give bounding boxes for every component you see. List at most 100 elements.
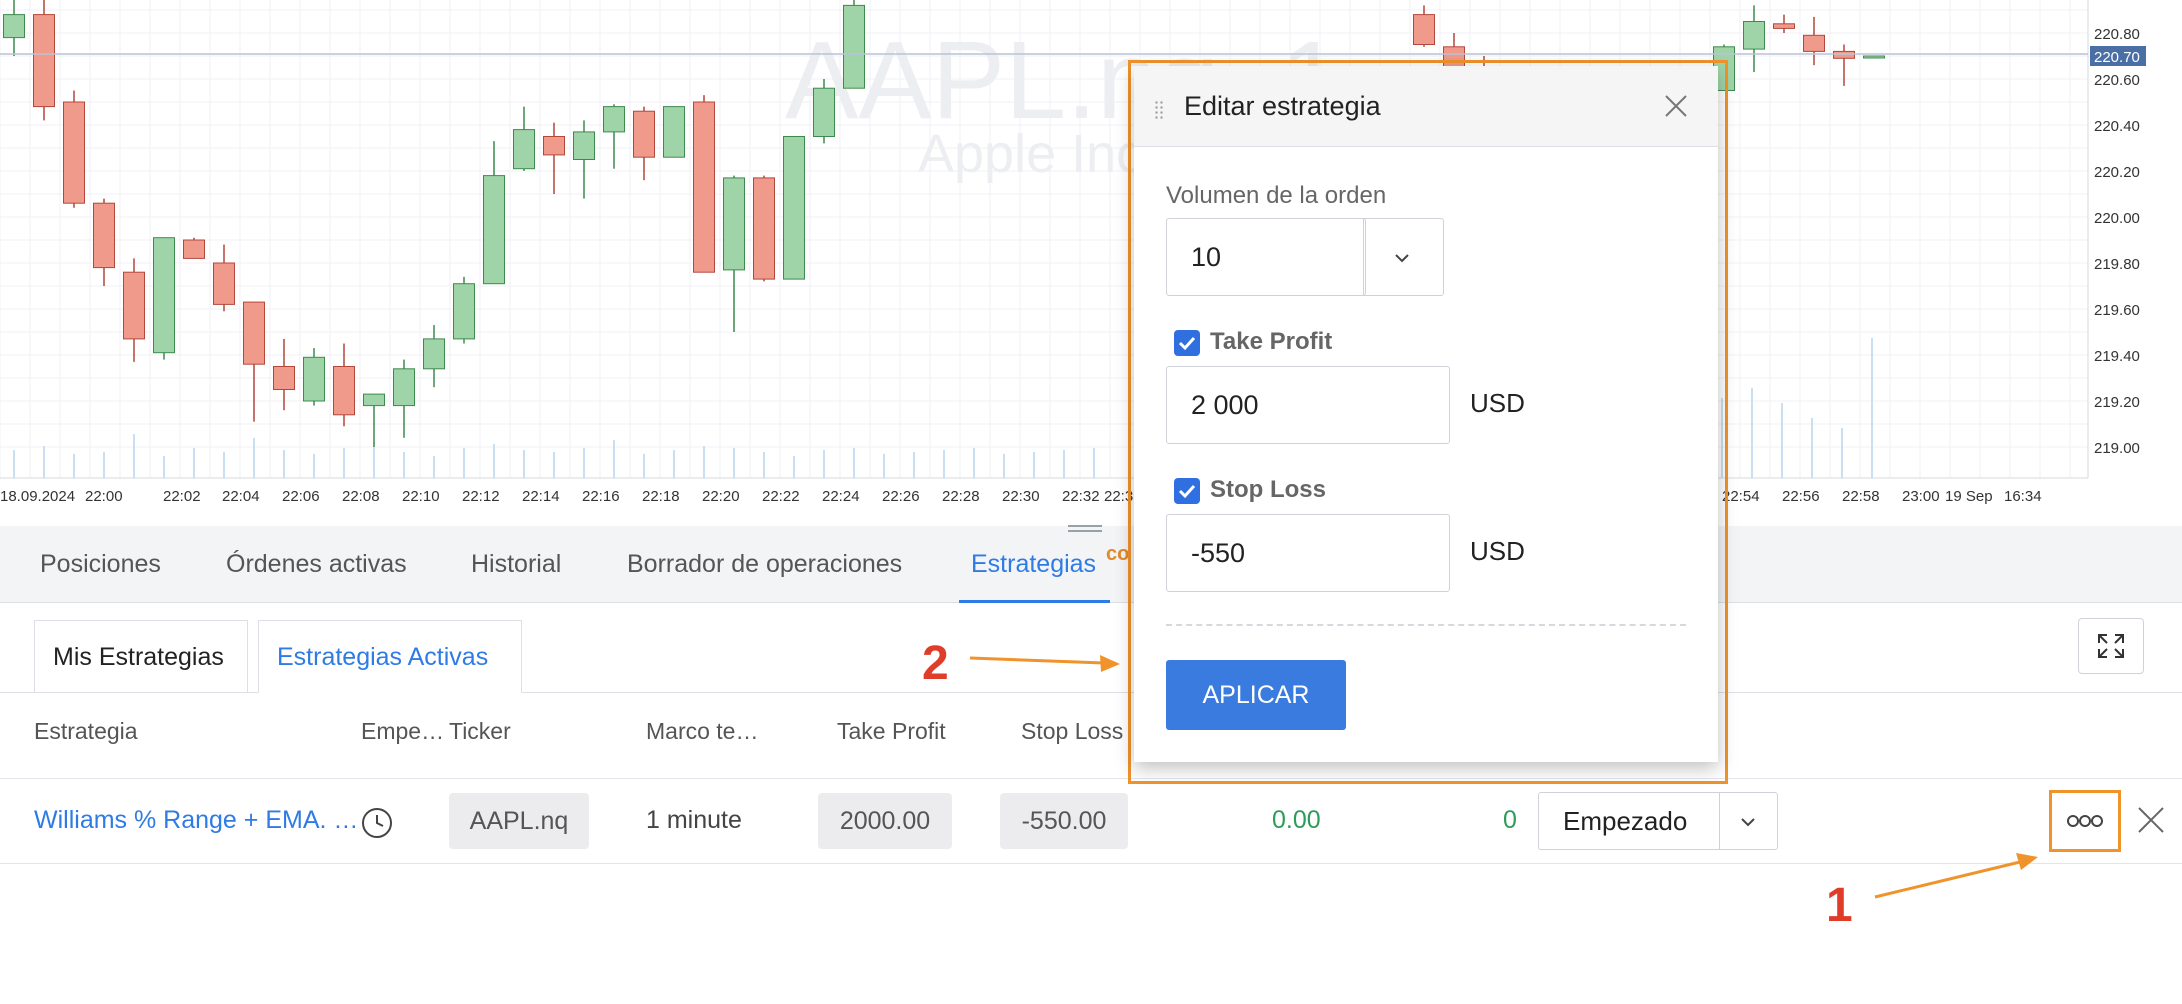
dialog-title: Editar estrategia: [1184, 91, 1381, 121]
time-axis-label: 22:24: [822, 488, 860, 505]
candle-body: [333, 366, 355, 416]
stop-loss-currency: USD: [1470, 536, 1525, 566]
candle-body: [513, 129, 535, 170]
candle-body: [1743, 21, 1765, 50]
column-header-take-profit[interactable]: Take Profit: [837, 718, 946, 745]
subtab-mis-estrategias[interactable]: Mis Estrategias: [34, 620, 248, 692]
volume-value: 10: [1191, 242, 1222, 272]
volume-label: Volumen de la orden: [1166, 182, 1387, 209]
candle-body: [123, 271, 145, 340]
candle-body: [243, 301, 265, 365]
time-axis-label: 22:22: [762, 488, 800, 505]
volume-select[interactable]: 10: [1166, 218, 1366, 296]
stop-loss-checkbox[interactable]: [1174, 478, 1200, 504]
subtab-estrategias-activas[interactable]: Estrategias Activas: [258, 620, 522, 693]
candle-body: [363, 393, 385, 407]
volume-dropdown-toggle[interactable]: [1362, 218, 1444, 296]
time-axis-label: 22:18: [642, 488, 680, 505]
column-header-ticker[interactable]: Ticker: [449, 718, 511, 745]
candle-body: [1413, 14, 1435, 45]
time-axis-label: 22:04: [222, 488, 260, 505]
tab-estrategias[interactable]: Estrategias: [958, 526, 1111, 603]
checkmark-icon: [1178, 484, 1196, 499]
status-dropdown[interactable]: Empezado: [1538, 792, 1778, 850]
candle-body: [843, 4, 865, 89]
chart-canvas[interactable]: AAPL.nq, 1 Apple Inc. 220.80220.70220.60…: [0, 0, 2182, 512]
more-dots-icon: [2067, 815, 2103, 827]
drag-handle-icon[interactable]: [1154, 100, 1164, 120]
strategy-name-link[interactable]: Williams % Range + EMA. …: [34, 806, 358, 835]
close-icon[interactable]: [2136, 805, 2166, 835]
candle-body: [813, 87, 835, 137]
price-axis-label: 219.60: [2094, 302, 2140, 319]
close-icon[interactable]: [1664, 94, 1688, 118]
candle-body: [603, 106, 625, 133]
annotation-number-1: 1: [1826, 879, 1853, 932]
tab-historial[interactable]: Historial: [471, 526, 561, 602]
column-header-timeframe[interactable]: Marco te…: [646, 718, 758, 745]
candle-body: [153, 237, 175, 354]
candle-body: [693, 101, 715, 273]
price-chart[interactable]: AAPL.nq, 1 Apple Inc. 220.80 220.70 220.60…: [0, 0, 2182, 512]
annotation-number-2: 2: [922, 637, 949, 690]
more-options-button[interactable]: [2049, 790, 2121, 852]
price-axis-label: 220.40: [2094, 118, 2140, 135]
stop-loss-label[interactable]: Stop Loss: [1210, 476, 1326, 504]
edit-strategy-dialog: Editar estrategia Volumen de la orden 10…: [1134, 66, 1718, 762]
tab-hidden-fragment[interactable]: co: [1106, 516, 1129, 592]
apply-button[interactable]: APLICAR: [1166, 660, 1346, 730]
stop-loss-input-value: -550: [1191, 538, 1246, 568]
candle-body: [1833, 50, 1855, 59]
tab-posiciones[interactable]: Posiciones: [40, 526, 161, 602]
take-profit-input[interactable]: 2 000: [1166, 366, 1450, 444]
stop-loss-badge: -550.00: [1000, 793, 1128, 849]
pnl-value: 0.00: [1272, 806, 1321, 834]
tab-borrador[interactable]: Borrador de operaciones: [627, 526, 902, 602]
time-axis-label: 22:56: [1782, 488, 1820, 505]
fullscreen-button[interactable]: [2078, 618, 2144, 674]
timeframe-value: 1 minute: [646, 806, 742, 834]
expand-icon: [2098, 634, 2124, 658]
candle-body: [423, 338, 445, 370]
trades-count: 0: [1503, 806, 1517, 834]
candle-body: [213, 262, 235, 305]
dialog-header[interactable]: Editar estrategia: [1134, 66, 1718, 147]
time-axis-label: 22:08: [342, 488, 380, 505]
candle-body: [573, 131, 595, 160]
time-axis-label: 22:28: [942, 488, 980, 505]
time-axis-label: 16:34: [2004, 488, 2042, 505]
column-header-strategy[interactable]: Estrategia: [34, 718, 138, 745]
candle-body: [663, 106, 685, 158]
candle-body: [543, 136, 565, 156]
take-profit-checkbox[interactable]: [1174, 330, 1200, 356]
candle-body: [633, 110, 655, 158]
candle-body: [33, 14, 55, 108]
price-axis-label: 220.60: [2094, 72, 2140, 89]
column-header-started[interactable]: Empe…: [361, 718, 444, 745]
stop-loss-input[interactable]: -550: [1166, 514, 1450, 592]
time-axis-label: 22:10: [402, 488, 440, 505]
price-axis-label: 219.80: [2094, 256, 2140, 273]
candle-body: [753, 177, 775, 280]
panel-tabbar: Posiciones Órdenes activas Historial Bor…: [0, 526, 2182, 603]
current-price-label: 220.70: [2094, 49, 2140, 66]
price-axis-label: 220.80: [2094, 26, 2140, 43]
time-axis-label: 18.09.2024: [0, 488, 75, 505]
tab-ordenes-activas[interactable]: Órdenes activas: [226, 526, 407, 602]
price-axis-label: 219.00: [2094, 440, 2140, 457]
time-axis-label: 22:26: [882, 488, 920, 505]
time-axis-label: 22:02: [163, 488, 201, 505]
candle-body: [783, 136, 805, 280]
column-header-stop-loss[interactable]: Stop Loss: [1021, 718, 1123, 745]
row-divider-top: [0, 778, 2182, 779]
candle-body: [3, 14, 25, 39]
time-axis-label: 22:00: [85, 488, 123, 505]
price-axis-label: 219.20: [2094, 394, 2140, 411]
time-axis-label: 22:58: [1842, 488, 1880, 505]
candle-body: [1803, 34, 1825, 52]
clock-icon: [362, 808, 392, 838]
price-axis-label: 220.20: [2094, 164, 2140, 181]
candle-body: [1863, 55, 1885, 59]
panel-resize-handle[interactable]: [1068, 524, 1102, 534]
take-profit-label[interactable]: Take Profit: [1210, 328, 1332, 356]
